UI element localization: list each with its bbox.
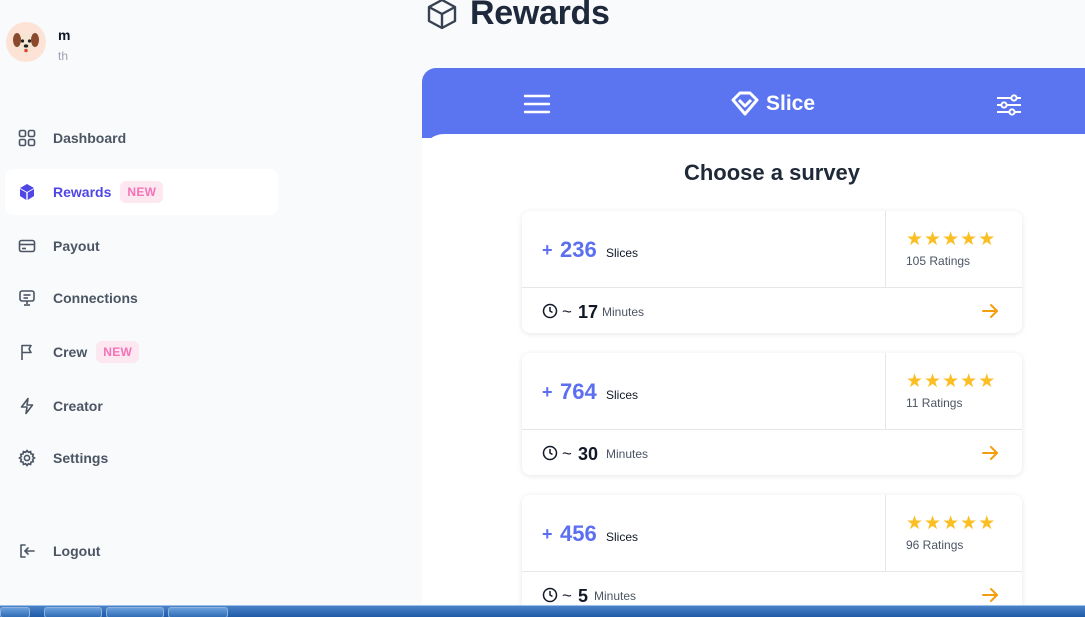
plus-sign: + — [542, 524, 553, 544]
sidebar-item-label: Connections — [53, 290, 138, 306]
rating-stars: ★ ★ ★ ★ ★ — [906, 372, 996, 391]
star-icon: ★ — [960, 229, 978, 250]
star-icon: ★ — [960, 513, 978, 534]
cube-icon — [427, 0, 457, 29]
sidebar-item-label: Creator — [53, 398, 103, 414]
ratings-count: 96 Ratings — [906, 538, 964, 552]
slices-amount: 456 — [560, 521, 597, 546]
star-icon: ★ — [942, 371, 960, 392]
flag-icon — [18, 343, 36, 361]
sidebar-item-creator[interactable]: Creator — [5, 383, 278, 429]
taskbar-app-button[interactable] — [106, 607, 164, 617]
gear-icon — [18, 449, 36, 467]
connections-icon — [18, 289, 36, 307]
star-icon: ★ — [942, 513, 960, 534]
arrow-right-icon[interactable] — [980, 302, 1000, 320]
plus-sign: + — [542, 240, 553, 260]
sidebar-item-label: Crew — [53, 344, 88, 360]
card-icon — [18, 237, 36, 255]
rating-stars: ★ ★ ★ ★ ★ — [906, 514, 996, 533]
star-icon: ★ — [942, 229, 960, 250]
minutes-label: Minutes — [602, 305, 645, 319]
avatar — [6, 22, 46, 62]
star-icon: ★ — [978, 229, 996, 250]
sidebar-item-connections[interactable]: Connections — [5, 275, 278, 321]
star-icon: ★ — [978, 371, 996, 392]
arrow-right-icon[interactable] — [980, 444, 1000, 462]
start-button[interactable] — [0, 607, 30, 617]
survey-card[interactable]: + 236 Slices ★ ★ ★ ★ ★ 105 Ratings ~ 17 Minu… — [522, 211, 1022, 333]
star-icon: ★ — [924, 371, 942, 392]
page-title: Rewards — [470, 0, 610, 32]
sidebar-item-rewards[interactable]: Rewards NEW — [5, 169, 278, 215]
menu-icon[interactable] — [522, 93, 552, 115]
sidebar-item-label: Settings — [53, 450, 109, 466]
profile-name: m — [58, 27, 71, 43]
slice-logo-icon — [731, 91, 759, 116]
rating-stars: ★ ★ ★ ★ ★ — [906, 230, 996, 249]
divider — [885, 353, 886, 430]
dashboard-icon — [18, 129, 36, 147]
slices-label: Slices — [606, 530, 639, 544]
profile-subtitle: th — [58, 49, 69, 63]
clock-icon — [542, 445, 558, 461]
minutes-value: 17 — [578, 302, 599, 322]
slices-label: Slices — [606, 388, 639, 402]
sidebar-item-label: Logout — [53, 543, 101, 559]
slice-topbar: Slice — [422, 68, 1085, 138]
star-icon: ★ — [906, 229, 924, 250]
tilde: ~ — [562, 302, 572, 321]
cube-icon — [18, 183, 36, 201]
slices-amount: 236 — [560, 237, 597, 262]
page-header: Rewards — [425, 0, 610, 33]
sidebar-item-crew[interactable]: Crew NEW — [5, 329, 278, 375]
ratings-count: 11 Ratings — [906, 396, 963, 410]
survey-card[interactable]: + 456 Slices ★ ★ ★ ★ ★ 96 Ratings ~ 5 Minute… — [522, 495, 1022, 605]
clock-icon — [542, 587, 558, 603]
slice-logo-text: Slice — [766, 92, 816, 115]
star-icon: ★ — [960, 371, 978, 392]
sidebar-item-label: Payout — [53, 238, 100, 254]
slice-panel: Slice Choose a survey + 236 Slices ★ ★ ★ ★ ★… — [422, 68, 1085, 605]
survey-list: Choose a survey + 236 Slices ★ ★ ★ ★ ★ 105 R… — [422, 134, 1085, 605]
minutes-value: 30 — [578, 444, 599, 464]
profile[interactable]: m th — [6, 22, 70, 63]
divider — [885, 211, 886, 288]
bolt-icon — [18, 397, 36, 415]
plus-sign: + — [542, 382, 553, 402]
sidebar-item-dashboard[interactable]: Dashboard — [5, 115, 278, 161]
arrow-right-icon[interactable] — [980, 586, 1000, 604]
star-icon: ★ — [906, 513, 924, 534]
logout-icon — [18, 542, 36, 560]
slices-amount: 764 — [560, 379, 597, 404]
os-taskbar — [0, 605, 1085, 617]
filter-icon[interactable] — [994, 93, 1024, 117]
star-icon: ★ — [978, 513, 996, 534]
sidebar-item-payout[interactable]: Payout — [5, 223, 278, 269]
star-icon: ★ — [924, 513, 942, 534]
sidebar-item-label: Rewards — [53, 184, 112, 200]
tilde: ~ — [562, 586, 572, 605]
tilde: ~ — [562, 444, 572, 463]
minutes-value: 5 — [578, 586, 589, 605]
minutes-label: Minutes — [606, 447, 649, 461]
sidebar: m th Dashboard Rewards NEW Payout Connec… — [0, 0, 290, 605]
sidebar-item-settings[interactable]: Settings — [5, 435, 278, 481]
star-icon: ★ — [906, 371, 924, 392]
divider — [885, 495, 886, 572]
clock-icon — [542, 303, 558, 319]
minutes-label: Minutes — [594, 589, 637, 603]
slices-label: Slices — [606, 246, 639, 260]
ratings-count: 105 Ratings — [906, 254, 971, 268]
taskbar-app-button[interactable] — [44, 607, 102, 617]
survey-card[interactable]: + 764 Slices ★ ★ ★ ★ ★ 11 Ratings ~ 30 Minut… — [522, 353, 1022, 475]
star-icon: ★ — [924, 229, 942, 250]
sidebar-item-label: Dashboard — [53, 130, 127, 146]
slice-logo: Slice — [730, 91, 815, 117]
survey-heading: Choose a survey — [683, 160, 861, 185]
new-badge: NEW — [120, 181, 164, 203]
new-badge: NEW — [96, 341, 140, 363]
taskbar-app-button[interactable] — [168, 607, 228, 617]
sidebar-item-logout[interactable]: Logout — [5, 528, 278, 574]
